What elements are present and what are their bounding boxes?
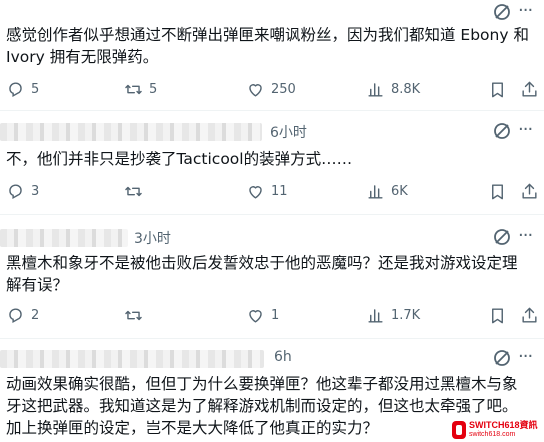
grok-icon[interactable] [492,2,512,22]
reply-icon [9,81,22,97]
view-count: 8.8K [391,81,421,97]
heart-icon [249,83,262,97]
post-text: 感觉创作者似乎想通过不断弹出弹匣来嘲讽粉丝，因为我们都知道 Ebony 和 Iv… [6,26,529,66]
repost-icon [125,310,142,320]
post-text: 不，他们并非只是抄袭了Tacticool的装弹方式…… [6,150,353,168]
redacted-author [0,350,264,368]
repost-icon [125,84,142,94]
like-count: 1 [271,307,280,323]
post-1-header: ··· [0,0,544,24]
grok-icon[interactable] [492,348,512,368]
bar-chart-icon [368,308,383,323]
like-button[interactable]: 11 [246,180,288,202]
watermark: SWITCH618資訊 switch618.com [452,418,544,442]
bookmark-icon [492,81,503,97]
view-count: 1.7K [391,307,421,323]
redacted-author [0,229,128,247]
reply-count: 3 [31,183,40,199]
switch-logo-icon [452,421,466,439]
bookmark-icon [492,307,503,323]
reply-count: 5 [31,81,40,97]
bookmark-icon [492,183,503,199]
like-button[interactable]: 1 [246,304,279,326]
reply-button[interactable]: 5 [6,78,39,100]
watermark-text: SWITCH618 [469,420,520,430]
more-options-icon[interactable]: ··· [518,225,533,246]
reply-button[interactable]: 3 [6,180,39,202]
divider [0,110,544,111]
divider [0,338,544,339]
share-button[interactable] [520,304,539,326]
post-time[interactable]: 6h [274,349,292,365]
share-button[interactable] [520,78,539,100]
views-button[interactable]: 6K [366,180,408,202]
post-actions: 3 11 6K [0,180,544,202]
like-count: 11 [271,183,288,199]
reply-icon [9,307,22,323]
post-time[interactable]: 3小时 [134,228,171,248]
post-2-header: 6小时 ··· [0,119,544,143]
repost-button[interactable] [124,304,143,326]
grok-icon[interactable] [492,227,512,247]
like-count: 250 [271,81,296,97]
post-text: 黑檀木和象牙不是被他击败后发誓效忠于他的恶魔吗？还是我对游戏设定理解有误？ [6,254,518,294]
more-options-icon[interactable]: ··· [518,0,533,21]
repost-button[interactable] [124,180,143,202]
watermark-cjk: 資訊 [519,420,538,430]
more-options-icon[interactable]: ··· [518,119,533,140]
post-time[interactable]: 6小时 [270,122,307,142]
bar-chart-icon [368,184,383,199]
share-icon [522,183,537,199]
heart-icon [249,309,262,323]
post-4-header: 6h ··· [0,346,544,370]
repost-count: 5 [149,81,158,97]
bar-chart-icon [368,82,383,97]
share-icon [522,307,537,323]
view-count: 6K [391,183,408,199]
bookmark-button[interactable] [488,78,507,100]
share-button[interactable] [520,180,539,202]
reply-count: 2 [31,307,40,323]
watermark-url: switch618.com [469,431,516,438]
post-actions: 5 5 250 8.8K [0,78,544,100]
post-actions: 2 1 1.7K [0,304,544,326]
more-options-icon[interactable]: ··· [518,346,533,367]
repost-icon [125,186,142,196]
views-button[interactable]: 1.7K [366,304,420,326]
grok-icon[interactable] [492,121,512,141]
reply-icon [9,183,22,199]
share-icon [522,81,537,97]
reply-button[interactable]: 2 [6,304,39,326]
post-3-header: 3小时 ··· [0,225,544,249]
redacted-author [0,123,262,141]
like-button[interactable]: 250 [246,78,296,100]
divider [0,214,544,215]
bookmark-button[interactable] [488,180,507,202]
heart-icon [249,185,262,199]
views-button[interactable]: 8.8K [366,78,420,100]
bookmark-button[interactable] [488,304,507,326]
repost-button[interactable]: 5 [124,78,157,100]
